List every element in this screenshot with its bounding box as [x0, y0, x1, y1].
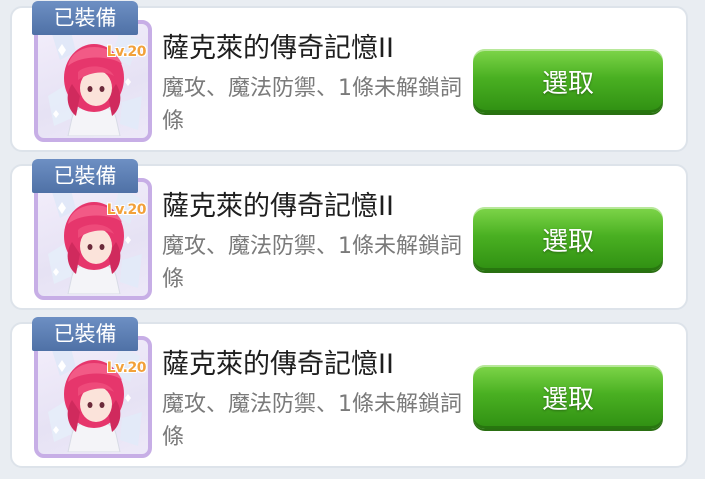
item-title: 薩克萊的傳奇記憶II — [162, 191, 394, 222]
red-haired-character-portrait-icon — [48, 186, 142, 294]
memory-card: Lv.20 已裝備 薩克萊的傳奇記憶II 魔攻、魔法防禦、1條未解鎖詞條 選取 — [10, 1, 688, 152]
item-level-badge: Lv.20 — [106, 360, 147, 376]
item-title: 薩克萊的傳奇記憶II — [162, 33, 394, 64]
equipped-tag: 已裝備 — [32, 159, 138, 193]
memory-card: Lv.20 已裝備 薩克萊的傳奇記憶II 魔攻、魔法防禦、1條未解鎖詞條 選取 — [10, 317, 688, 468]
red-haired-character-portrait-icon — [48, 28, 142, 136]
select-button[interactable]: 選取 — [473, 365, 663, 429]
red-haired-character-portrait-icon — [48, 344, 142, 452]
item-description: 魔攻、魔法防禦、1條未解鎖詞條 — [162, 392, 462, 450]
memory-list: Lv.20 已裝備 薩克萊的傳奇記憶II 魔攻、魔法防禦、1條未解鎖詞條 選取 — [0, 0, 705, 479]
item-slot-frame[interactable]: Lv.20 — [34, 178, 152, 300]
item-description: 魔攻、魔法防禦、1條未解鎖詞條 — [162, 76, 462, 134]
item-slot-frame[interactable]: Lv.20 — [34, 20, 152, 142]
select-button[interactable]: 選取 — [473, 49, 663, 113]
equipped-tag: 已裝備 — [32, 1, 138, 35]
item-level-badge: Lv.20 — [106, 202, 147, 218]
item-level-badge: Lv.20 — [106, 44, 147, 60]
item-slot-frame[interactable]: Lv.20 — [34, 336, 152, 458]
memory-card: Lv.20 已裝備 薩克萊的傳奇記憶II 魔攻、魔法防禦、1條未解鎖詞條 選取 — [10, 159, 688, 310]
select-button[interactable]: 選取 — [473, 207, 663, 271]
item-description: 魔攻、魔法防禦、1條未解鎖詞條 — [162, 234, 462, 292]
equipped-tag: 已裝備 — [32, 317, 138, 351]
item-title: 薩克萊的傳奇記憶II — [162, 349, 394, 380]
